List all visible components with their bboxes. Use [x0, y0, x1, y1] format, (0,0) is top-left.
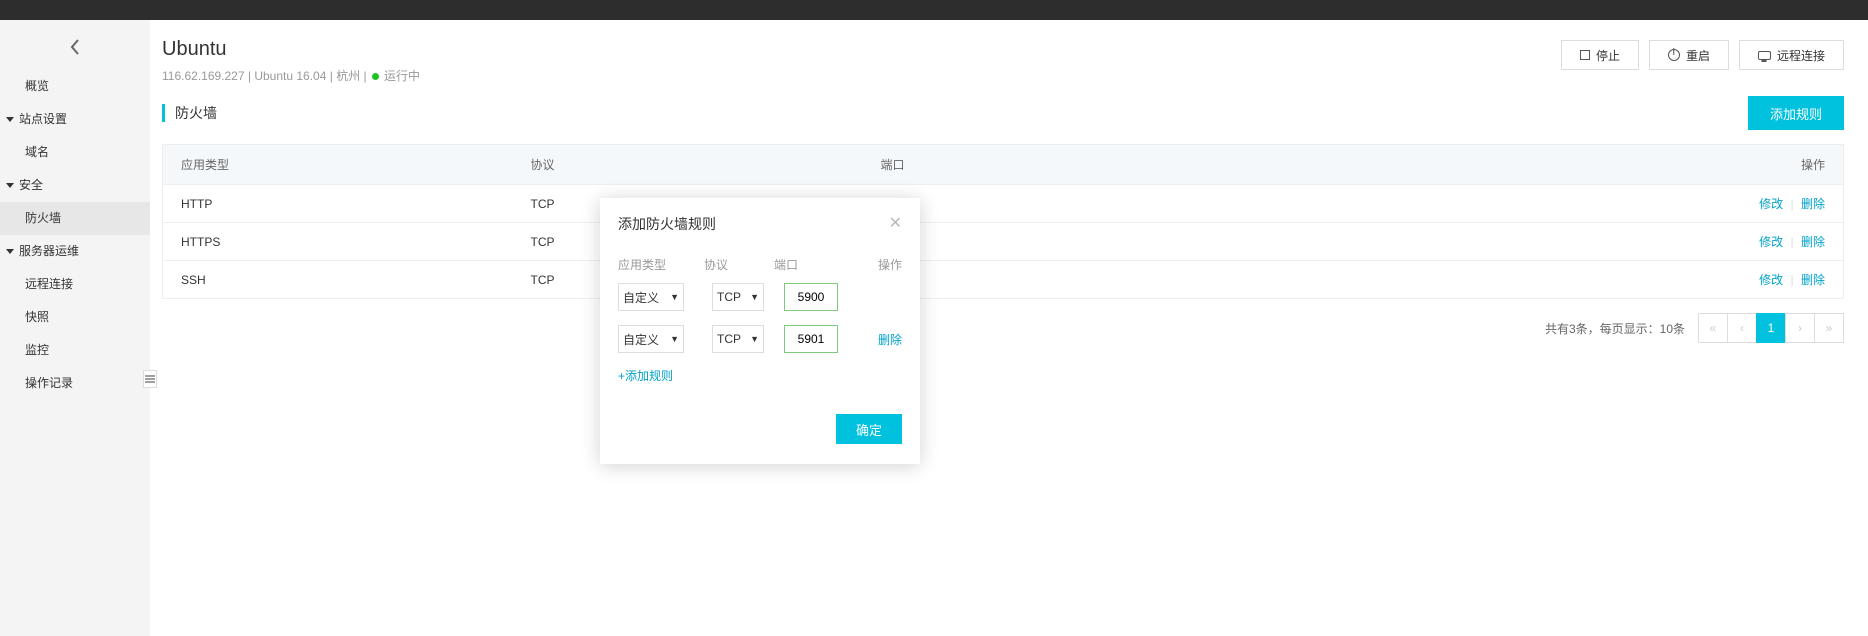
page-title: Ubuntu	[162, 38, 420, 61]
pager-next[interactable]: ›	[1785, 313, 1815, 343]
close-icon[interactable]: ✕	[889, 216, 902, 232]
port-input[interactable]	[784, 283, 838, 311]
sidebar-item-overview[interactable]: 概览	[0, 70, 150, 103]
pager-last[interactable]: »	[1814, 313, 1844, 343]
chevron-down-icon: ▼	[670, 292, 679, 302]
chevron-down-icon: ▼	[750, 292, 759, 302]
pager: « ‹ 1 › »	[1699, 313, 1844, 343]
sidebar-item-snapshot[interactable]: 快照	[0, 301, 150, 334]
back-button[interactable]	[0, 32, 150, 62]
page-subtitle: 116.62.169.227 | Ubuntu 16.04 | 杭州 | 运行中	[162, 67, 420, 84]
modal-th-op: 操作	[846, 256, 902, 273]
pager-summary: 共有3条，每页显示：10条	[1545, 320, 1685, 337]
th-app: 应用类型	[163, 145, 513, 185]
stop-button[interactable]: 停止	[1561, 40, 1639, 70]
sidebar: 概览 站点设置 域名 安全 防火墙 服务器运维 远程连接 快照 监控 操作记录	[0, 20, 150, 636]
firewall-table: 应用类型 协议 端口 操作 HTTP TCP 80 修改 | 删除	[162, 144, 1844, 299]
select-value: TCP	[717, 290, 741, 304]
cell-port	[863, 261, 1704, 299]
chevron-left-icon	[69, 38, 81, 56]
modal-title: 添加防火墙规则	[618, 214, 716, 234]
confirm-button[interactable]: 确定	[836, 414, 902, 444]
modal-th-app: 应用类型	[618, 256, 704, 273]
app-type-select[interactable]: 自定义 ▼	[618, 325, 684, 353]
power-icon	[1668, 49, 1680, 61]
remote-connect-button[interactable]: 远程连接	[1739, 40, 1844, 70]
row-delete-link[interactable]: 删除	[878, 331, 902, 348]
sidebar-group-site[interactable]: 站点设置	[0, 103, 150, 136]
chevron-down-icon: ▼	[670, 334, 679, 344]
cell-app: SSH	[163, 261, 513, 299]
restart-button[interactable]: 重启	[1649, 40, 1729, 70]
select-value: 自定义	[623, 289, 659, 306]
cell-port: 80	[863, 185, 1704, 223]
sidebar-item-firewall[interactable]: 防火墙	[0, 202, 150, 235]
cell-app: HTTP	[163, 185, 513, 223]
sidebar-group-ops[interactable]: 服务器运维	[0, 235, 150, 268]
sidebar-item-monitor[interactable]: 监控	[0, 334, 150, 367]
sidebar-item-remote[interactable]: 远程连接	[0, 268, 150, 301]
sidebar-group-label: 服务器运维	[19, 235, 79, 268]
sidebar-group-label: 安全	[19, 169, 43, 202]
pager-page[interactable]: 1	[1756, 313, 1786, 343]
table-row: HTTP TCP 80 修改 | 删除	[163, 185, 1844, 223]
cell-port	[863, 223, 1704, 261]
caret-down-icon	[6, 249, 14, 254]
sidebar-item-domain[interactable]: 域名	[0, 136, 150, 169]
pager-prev[interactable]: ‹	[1727, 313, 1757, 343]
port-input[interactable]	[784, 325, 838, 353]
sidebar-item-oplog[interactable]: 操作记录	[0, 367, 150, 400]
select-value: TCP	[717, 332, 741, 346]
delete-link[interactable]: 删除	[1801, 273, 1825, 287]
table-row: HTTPS TCP 修改 | 删除	[163, 223, 1844, 261]
top-bar	[0, 0, 1868, 20]
separator: |	[1791, 197, 1794, 211]
button-label: 远程连接	[1777, 47, 1825, 64]
server-region: 杭州	[336, 69, 360, 83]
sidebar-group-security[interactable]: 安全	[0, 169, 150, 202]
server-ip: 116.62.169.227	[162, 69, 245, 83]
caret-down-icon	[6, 183, 14, 188]
modal-rule-row: 自定义 ▼ TCP ▼ 删除	[618, 325, 902, 353]
th-proto: 协议	[513, 145, 863, 185]
modal-th-port: 端口	[774, 256, 846, 273]
edit-link[interactable]: 修改	[1759, 197, 1783, 211]
server-os: Ubuntu 16.04	[254, 69, 326, 83]
caret-down-icon	[6, 117, 14, 122]
main-content: Ubuntu 116.62.169.227 | Ubuntu 16.04 | 杭…	[150, 20, 1868, 636]
server-status: 运行中	[384, 69, 420, 83]
stop-icon	[1580, 50, 1590, 60]
collapse-icon	[145, 375, 155, 383]
section-title: 防火墙	[162, 104, 217, 122]
separator: |	[1791, 273, 1794, 287]
edit-link[interactable]: 修改	[1759, 273, 1783, 287]
add-row-link[interactable]: +添加规则	[618, 367, 902, 384]
pager-first[interactable]: «	[1698, 313, 1728, 343]
button-label: 重启	[1686, 47, 1710, 64]
protocol-select[interactable]: TCP ▼	[712, 283, 764, 311]
separator: |	[1791, 235, 1794, 249]
button-label: 停止	[1596, 47, 1620, 64]
modal-rule-row: 自定义 ▼ TCP ▼	[618, 283, 902, 311]
status-dot-icon	[372, 73, 379, 80]
select-value: 自定义	[623, 331, 659, 348]
delete-link[interactable]: 删除	[1801, 235, 1825, 249]
modal-th-proto: 协议	[704, 256, 774, 273]
chevron-down-icon: ▼	[750, 334, 759, 344]
add-rule-button[interactable]: 添加规则	[1748, 96, 1844, 130]
monitor-icon	[1758, 51, 1771, 60]
sidebar-group-label: 站点设置	[19, 103, 67, 136]
cell-app: HTTPS	[163, 223, 513, 261]
delete-link[interactable]: 删除	[1801, 197, 1825, 211]
app-type-select[interactable]: 自定义 ▼	[618, 283, 684, 311]
protocol-select[interactable]: TCP ▼	[712, 325, 764, 353]
sidebar-collapse-button[interactable]	[143, 370, 157, 388]
th-op: 操作	[1704, 145, 1844, 185]
th-port: 端口	[863, 145, 1704, 185]
add-firewall-rule-modal: 添加防火墙规则 ✕ 应用类型 协议 端口 操作 自定义 ▼ TCP ▼ 自定义 …	[600, 198, 920, 464]
table-row: SSH TCP 修改 | 删除	[163, 261, 1844, 299]
edit-link[interactable]: 修改	[1759, 235, 1783, 249]
